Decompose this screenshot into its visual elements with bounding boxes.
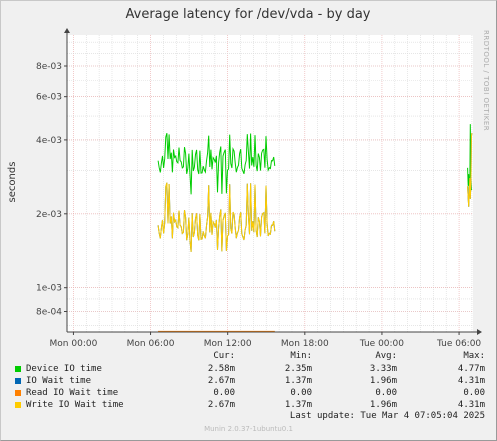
legend-header: Cur: Min: Avg: Max:	[0, 351, 497, 363]
y-tick-label: 8e-04	[36, 307, 62, 317]
legend-min: 1.37m	[284, 400, 312, 410]
legend-swatch	[15, 366, 21, 372]
y-tick-label: 6e-03	[36, 93, 62, 103]
legend-swatch	[15, 402, 21, 408]
legend-avg: 1.96m	[369, 376, 397, 386]
legend-row-read-io-wait-time: Read IO Wait time 0.00 0.00 0.00 0.00	[0, 388, 497, 400]
y-tick-label: 1e-03	[36, 284, 62, 294]
header-max: Max:	[463, 351, 485, 361]
legend-label: Device IO time	[26, 364, 102, 374]
legend-row-io-wait-time: IO Wait time 2.67m 1.37m 1.96m 4.31m	[0, 376, 497, 388]
y-axis-label: seconds	[7, 162, 18, 203]
legend-avg: 3.33m	[369, 364, 397, 374]
rrdtool-side-label: RRDTOOL / TOBI OETIKER	[482, 30, 490, 131]
legend-cur: 2.67m	[207, 400, 235, 410]
legend-avg: 1.96m	[369, 400, 397, 410]
y-tick-label: 4e-03	[36, 136, 62, 146]
legend-min: 2.35m	[284, 364, 312, 374]
legend-avg: 0.00	[375, 388, 397, 398]
y-tick-label: 8e-03	[36, 62, 62, 72]
legend-cur: 2.67m	[207, 376, 235, 386]
legend-swatch	[15, 378, 21, 384]
legend-label: Write IO Wait time	[26, 400, 124, 410]
x-tick-label: Mon 12:00	[204, 339, 252, 349]
x-tick-label: Mon 18:00	[281, 339, 329, 349]
header-avg: Avg:	[375, 351, 397, 361]
legend-min: 1.37m	[284, 376, 312, 386]
legend-label: Read IO Wait time	[26, 388, 119, 398]
munin-footer: Munin 2.0.37-1ubuntu0.1	[204, 425, 293, 433]
legend-max: 0.00	[463, 388, 485, 398]
legend-label: IO Wait time	[26, 376, 92, 386]
x-tick-label: Tue 06:00	[436, 339, 481, 349]
y-axis-arrow	[64, 28, 70, 33]
legend-swatch	[15, 390, 21, 396]
legend-max: 4.77m	[457, 364, 485, 374]
header-min: Min:	[290, 351, 312, 361]
legend-row-device-io-time: Device IO time 2.58m 2.35m 3.33m 4.77m	[0, 364, 497, 376]
legend-max: 4.31m	[457, 376, 485, 386]
x-tick-label: Mon 00:00	[50, 339, 98, 349]
legend-cur: 2.58m	[207, 364, 235, 374]
legend-cur: 0.00	[213, 388, 235, 398]
legend-min: 0.00	[290, 388, 312, 398]
last-update: Last update: Tue Mar 4 07:05:04 2025	[289, 411, 485, 421]
latency-chart: Average latency for /dev/vda - by day RR…	[7, 7, 490, 349]
x-axis-arrow	[477, 329, 482, 335]
x-tick-label: Mon 06:00	[127, 339, 175, 349]
legend-max: 4.31m	[457, 400, 485, 410]
y-tick-label: 2e-03	[36, 210, 62, 220]
x-tick-label: Tue 00:00	[359, 339, 404, 349]
header-cur: Cur:	[213, 351, 235, 361]
chart-title: Average latency for /dev/vda - by day	[126, 7, 371, 22]
